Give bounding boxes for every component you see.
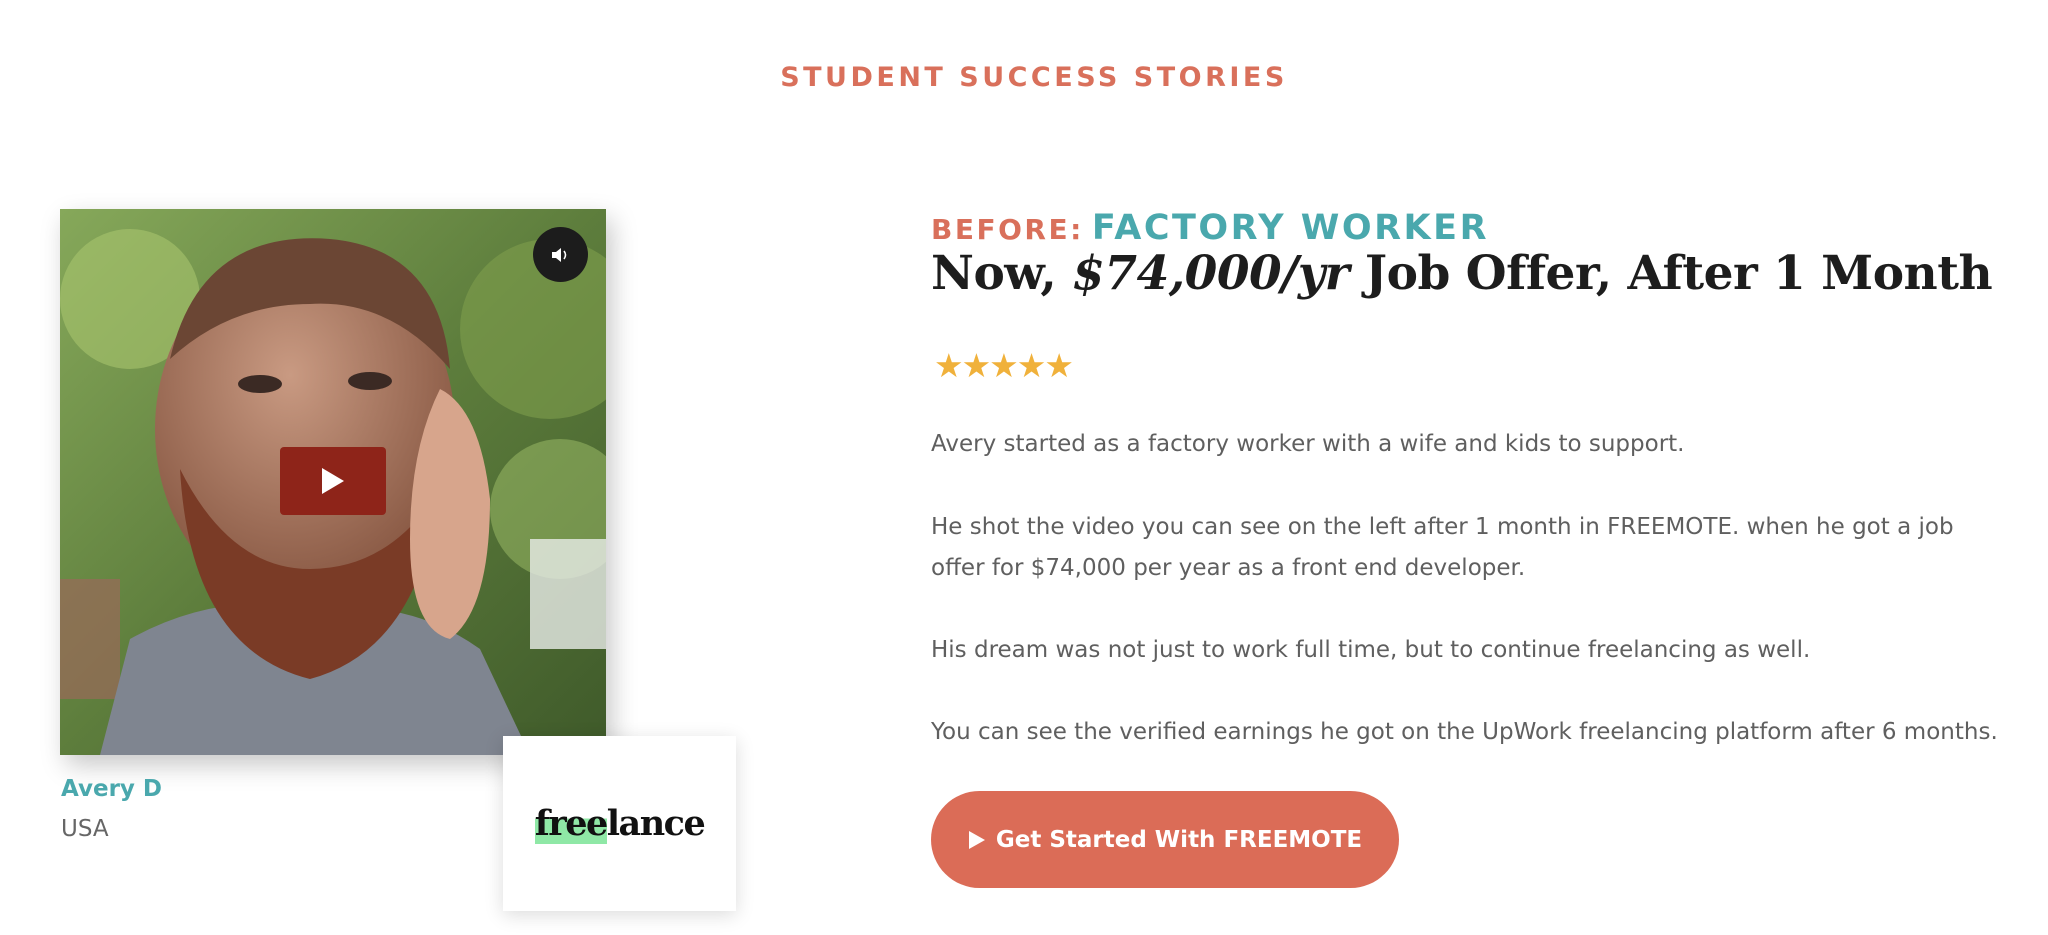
story-paragraph: His dream was not just to work full time… — [931, 637, 1811, 663]
story-paragraph: You can see the verified earnings he got… — [931, 719, 1998, 745]
get-started-button[interactable]: Get Started With FREEMOTE — [931, 791, 1399, 888]
freelance-logo: freelance — [534, 803, 706, 844]
play-video-button[interactable] — [280, 447, 386, 515]
before-role: BEFORE: FACTORY WORKER — [931, 208, 1489, 248]
freelance-logo-card: freelance — [503, 736, 736, 911]
student-name: Avery D — [61, 776, 163, 802]
success-stories-section: STUDENT SUCCESS STORIES Avery D USA free… — [0, 0, 2048, 935]
logo-highlight-text: free — [534, 803, 608, 844]
speaker-icon — [551, 247, 566, 262]
headline-suffix: Job Offer, After 1 Month — [1349, 246, 1993, 301]
headline-salary: $74,000/yr — [1072, 246, 1349, 301]
get-started-label: Get Started With FREEMOTE — [995, 826, 1363, 853]
before-value: FACTORY WORKER — [1091, 208, 1490, 248]
play-icon — [322, 468, 344, 494]
section-label: STUDENT SUCCESS STORIES — [780, 62, 1288, 93]
play-icon — [968, 830, 985, 849]
headline-prefix: Now, — [931, 246, 1073, 301]
story-paragraph: He shot the video you can see on the lef… — [931, 514, 1954, 581]
star-rating: ★★★★★ — [934, 346, 1074, 385]
testimonial-video[interactable] — [60, 209, 606, 755]
story-headline: Now, $74,000/yr Job Offer, After 1 Month — [931, 246, 1993, 301]
mute-toggle-button[interactable] — [533, 227, 588, 282]
student-country: USA — [61, 816, 109, 842]
before-label: BEFORE: — [931, 213, 1084, 246]
logo-rest-text: lance — [606, 803, 706, 844]
story-paragraph: Avery started as a factory worker with a… — [931, 431, 1685, 457]
